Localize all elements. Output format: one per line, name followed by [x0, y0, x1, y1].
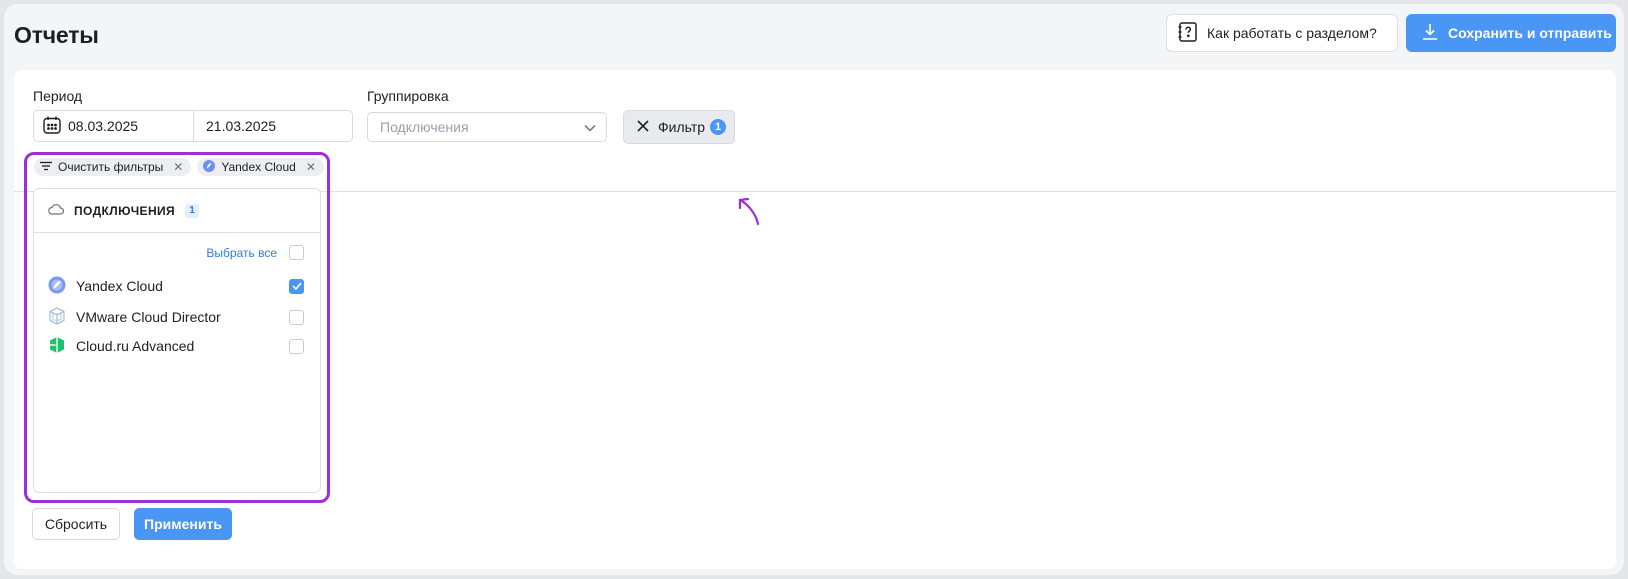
period-label: Период [33, 88, 83, 104]
applied-filter-close-icon[interactable]: ✕ [306, 160, 316, 174]
chevron-down-icon [584, 119, 596, 135]
cloud-icon [48, 202, 65, 220]
grouping-select[interactable]: Подключения [367, 112, 607, 142]
grouping-label: Группировка [367, 88, 449, 104]
option-checkbox[interactable] [289, 338, 304, 354]
checkmark-icon [291, 282, 302, 290]
applied-filter-chip[interactable]: Yandex Cloud ✕ [197, 158, 324, 176]
dropdown-title: ПОДКЛЮЧЕНИЯ [74, 203, 176, 218]
dropdown-header: ПОДКЛЮЧЕНИЯ 1 [34, 189, 320, 233]
date-to-field[interactable]: 21.03.2025 [194, 111, 276, 141]
dropdown-count-badge: 1 [185, 203, 200, 218]
option-cloudru-advanced[interactable]: Cloud.ru Advanced [48, 335, 304, 357]
help-button[interactable]: Как работать с разделом? [1166, 14, 1398, 52]
filter-toggle-button[interactable]: Фильтр 1 [623, 110, 735, 144]
save-button-label: Сохранить и отправить [1448, 25, 1612, 41]
clear-filters-close-icon[interactable]: ✕ [173, 160, 183, 174]
report-panel: Период 08.03.2025 21.03.2025 Группировка [14, 70, 1616, 569]
applied-filter-label: Yandex Cloud [221, 160, 296, 174]
page-title: Отчеты [14, 22, 99, 48]
connections-dropdown: ПОДКЛЮЧЕНИЯ 1 Выбрать все Yandex Cloud V… [33, 188, 321, 493]
date-to-value: 21.03.2025 [206, 118, 277, 134]
option-yandex-cloud[interactable]: Yandex Cloud [48, 275, 304, 297]
filter-button-label: Фильтр [658, 119, 706, 135]
option-label: Cloud.ru Advanced [76, 338, 195, 354]
filter-count-badge: 1 [710, 119, 727, 135]
help-button-label: Как работать с разделом? [1207, 25, 1377, 41]
option-label: VMware Cloud Director [76, 309, 221, 325]
active-filters-bar: Очистить фильтры ✕ Yandex Cloud ✕ [34, 158, 324, 176]
grouping-placeholder: Подключения [380, 119, 469, 135]
period-date-range[interactable]: 08.03.2025 21.03.2025 [33, 110, 353, 142]
option-label: Yandex Cloud [76, 278, 163, 294]
select-all-row: Выбрать все [206, 245, 304, 260]
app-window: Отчеты Как работать с разделом? Сохранит… [4, 4, 1624, 575]
clear-filters-label: Очистить фильтры [58, 160, 164, 174]
clear-filters-chip[interactable]: Очистить фильтры ✕ [34, 158, 192, 176]
option-checkbox[interactable] [289, 278, 304, 294]
save-and-send-button[interactable]: Сохранить и отправить [1406, 14, 1616, 52]
option-vmware-cloud-director[interactable]: VMware Cloud Director [48, 306, 304, 328]
help-book-icon [1177, 21, 1199, 46]
reset-button[interactable]: Сбросить [32, 508, 120, 540]
annotation-arrow-icon [738, 197, 760, 226]
select-all-link[interactable]: Выбрать все [206, 246, 277, 260]
download-icon [1422, 23, 1438, 44]
calendar-icon [42, 115, 62, 138]
apply-button[interactable]: Применить [134, 508, 232, 540]
filter-lines-icon [40, 160, 52, 174]
yandex-cloud-chip-icon [203, 159, 216, 175]
option-checkbox[interactable] [289, 309, 304, 325]
select-all-checkbox[interactable] [289, 245, 304, 260]
cloudru-icon [48, 336, 66, 357]
date-from-field[interactable]: 08.03.2025 [34, 111, 194, 141]
yandex-cloud-icon [48, 276, 66, 297]
vmware-icon [48, 306, 66, 328]
date-from-value: 08.03.2025 [68, 118, 139, 134]
close-icon [636, 119, 650, 136]
